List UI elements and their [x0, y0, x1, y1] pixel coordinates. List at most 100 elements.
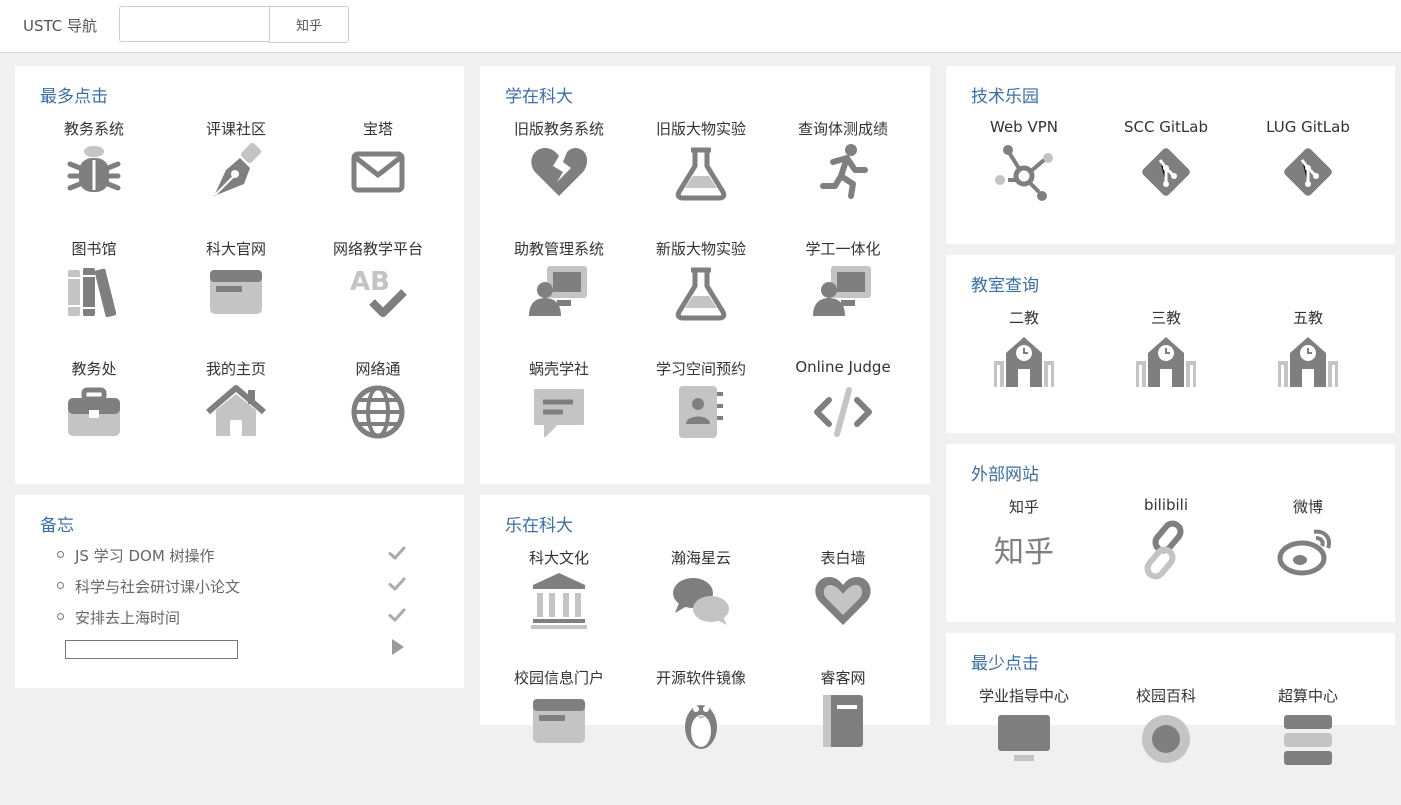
link-tile[interactable]: 瀚海星云	[630, 547, 772, 667]
link-label: 开源软件镜像	[655, 669, 746, 687]
check-icon[interactable]	[388, 606, 406, 624]
memo-input[interactable]	[65, 640, 238, 659]
tv-icon	[990, 705, 1058, 773]
link-tile[interactable]: 网络通	[307, 358, 449, 478]
link-label: Web VPN	[990, 118, 1058, 136]
link-tile[interactable]: 学习空间预约	[630, 358, 772, 478]
link-label: 二教	[1008, 309, 1039, 327]
memo-text: 安排去上海时间	[75, 609, 181, 627]
card-title: 最多点击	[40, 87, 108, 107]
link-tile[interactable]: 蜗壳学社	[488, 358, 630, 478]
link-tile[interactable]: 旧版大物实验	[630, 118, 772, 238]
link-tile[interactable]: 科大文化	[488, 547, 630, 667]
link-label: 评课社区	[205, 120, 266, 138]
play-icon[interactable]	[390, 638, 406, 656]
link-label: 网络通	[355, 360, 401, 378]
top-navbar: USTC 导航 知乎	[0, 0, 1401, 53]
code-icon	[809, 378, 877, 446]
link-tile[interactable]: 二教	[953, 307, 1095, 427]
school-icon	[990, 327, 1058, 395]
link-label: 助教管理系统	[513, 240, 604, 258]
link-label: 旧版教务系统	[513, 120, 604, 138]
link-tile[interactable]: 教务处	[23, 358, 165, 478]
link-tile[interactable]: 网络教学平台 AB	[307, 238, 449, 358]
link-tile[interactable]: bilibili	[1095, 496, 1237, 616]
search-button[interactable]: 知乎	[269, 6, 349, 43]
link-tile[interactable]: 评课社区	[165, 118, 307, 238]
link-label: 旧版大物实验	[655, 120, 746, 138]
link-label: LUG GitLab	[1266, 118, 1350, 136]
link-tile[interactable]: 知乎 知乎	[953, 496, 1095, 616]
link-tile[interactable]: 表白墙	[772, 547, 914, 667]
memo-item: JS 学习 DOM 树操作	[40, 541, 450, 572]
check-icon[interactable]	[388, 544, 406, 562]
comments-icon	[667, 567, 735, 635]
git-icon	[1132, 138, 1200, 206]
flask-icon	[667, 138, 735, 206]
svg-text:AB: AB	[350, 267, 390, 297]
card-most-clicked: 最多点击 教务系统 评课社区 宝塔图书馆 科大官网 网络教学平台 AB 教务处 我的主页 网络通	[15, 66, 464, 484]
link-tile[interactable]: 旧版教务系统	[488, 118, 630, 238]
spellcheck-icon: AB	[344, 258, 412, 326]
school-icon	[1132, 327, 1200, 395]
link-label: bilibili	[1143, 496, 1189, 514]
link-label: 学工一体化	[805, 240, 881, 258]
link-tile[interactable]: 睿客网	[772, 667, 914, 787]
link-label: 瀚海星云	[670, 549, 731, 567]
card-title: 乐在科大	[505, 516, 573, 536]
weibo-icon	[1274, 516, 1342, 584]
link-tile[interactable]: 校园百科	[1095, 685, 1237, 805]
link-label: 五教	[1292, 309, 1323, 327]
link-label: SCC GitLab	[1124, 118, 1208, 136]
link-tile[interactable]: 助教管理系统	[488, 238, 630, 358]
card-title: 最少点击	[971, 654, 1039, 674]
linux-icon	[667, 687, 735, 755]
link-label: 查询体测成绩	[797, 120, 888, 138]
check-icon[interactable]	[388, 575, 406, 593]
link-tile[interactable]: 学工一体化	[772, 238, 914, 358]
link-tile[interactable]: SCC GitLab	[1095, 118, 1237, 238]
link-tile[interactable]: 超算中心	[1237, 685, 1379, 805]
zhihu-icon: 知乎	[990, 516, 1058, 584]
card-least-clicked: 最少点击 学业指导中心 校园百科 超算中心	[946, 633, 1395, 765]
link-label: Online Judge	[795, 358, 891, 376]
link-tile[interactable]: 开源软件镜像	[630, 667, 772, 787]
memo-item: 安排去上海时间	[40, 603, 450, 634]
bug-icon	[60, 138, 128, 206]
link-label: 微博	[1292, 498, 1323, 516]
link-label: 学习空间预约	[655, 360, 746, 378]
bullet-icon	[57, 551, 64, 558]
heart-icon	[809, 567, 877, 635]
link-tile[interactable]: 五教	[1237, 307, 1379, 427]
landmark-icon	[525, 567, 593, 635]
card-tech: 技术乐园 Web VPN SCC GitLab LUG GitLab	[946, 66, 1395, 244]
link-tile[interactable]: Web VPN	[953, 118, 1095, 238]
link-tile[interactable]: 教务系统	[23, 118, 165, 238]
bullet-icon	[57, 582, 64, 589]
link-tile[interactable]: 校园信息门户	[488, 667, 630, 787]
comment-alt-icon	[525, 378, 593, 446]
teacher-board-icon	[525, 258, 593, 326]
network-icon	[990, 138, 1058, 206]
link-tile[interactable]: LUG GitLab	[1237, 118, 1379, 238]
link-label: 知乎	[1008, 498, 1039, 516]
link-tile[interactable]: 宝塔	[307, 118, 449, 238]
card-title: 技术乐园	[971, 87, 1039, 107]
link-label: 科大文化	[528, 549, 589, 567]
link-tile[interactable]: 新版大物实验	[630, 238, 772, 358]
card-memo: 备忘 JS 学习 DOM 树操作 科学与社会研讨课小论文 安排去上海时间	[15, 495, 464, 688]
link-tile[interactable]: 三教	[1095, 307, 1237, 427]
link-tile[interactable]: 科大官网	[165, 238, 307, 358]
link-tile[interactable]: Online Judge	[772, 358, 914, 478]
link-tile[interactable]: 图书馆	[23, 238, 165, 358]
search-input[interactable]	[119, 6, 269, 42]
link-tile[interactable]: 查询体测成绩	[772, 118, 914, 238]
books-icon	[60, 258, 128, 326]
link-label: 教务处	[71, 360, 117, 378]
link-label: 网络教学平台	[332, 240, 423, 258]
link-tile[interactable]: 我的主页	[165, 358, 307, 478]
link-label: 科大官网	[205, 240, 266, 258]
link-tile[interactable]: 微博	[1237, 496, 1379, 616]
link-tile[interactable]: 学业指导中心	[953, 685, 1095, 805]
brand-title[interactable]: USTC 导航	[23, 15, 97, 36]
